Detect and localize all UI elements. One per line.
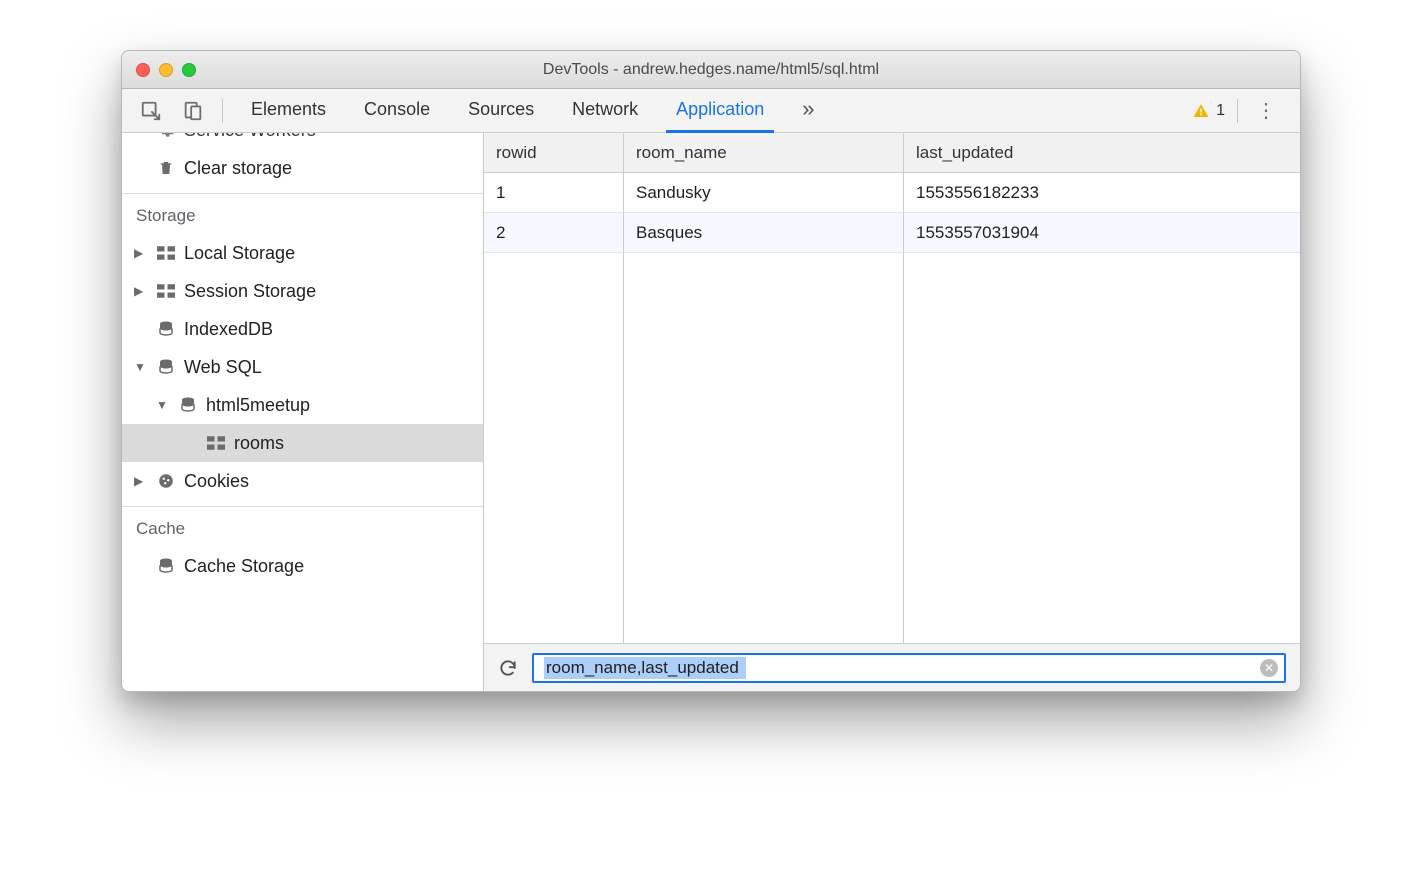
- chevron-down-icon: ▼: [156, 398, 170, 412]
- devtools-tabs: Elements Console Sources Network Applica…: [241, 89, 1188, 133]
- sidebar-item-label: rooms: [234, 433, 284, 454]
- more-menu-icon[interactable]: ⋮: [1250, 98, 1284, 123]
- sidebar-item-table-rooms[interactable]: rooms: [122, 424, 483, 462]
- database-icon: [156, 358, 176, 376]
- cookie-icon: [156, 472, 176, 490]
- warnings-count: 1: [1216, 102, 1225, 120]
- database-icon: [156, 557, 176, 575]
- sidebar-item-cache-storage[interactable]: Cache Storage: [122, 547, 483, 585]
- warnings-indicator[interactable]: 1: [1192, 102, 1225, 120]
- sidebar-section-storage: Storage: [122, 193, 483, 234]
- table-cell[interactable]: 1: [484, 173, 624, 213]
- data-grid: rowid room_name last_updated 1 Sandusky …: [484, 133, 1300, 643]
- table-icon: [156, 284, 176, 298]
- tab-network[interactable]: Network: [562, 89, 648, 133]
- sidebar-item-label: Cache Storage: [184, 556, 304, 577]
- tab-console[interactable]: Console: [354, 89, 440, 133]
- grid-filler: [624, 253, 904, 643]
- toolbar-separator: [222, 99, 223, 123]
- toolbar-right: 1 ⋮: [1192, 98, 1290, 123]
- table-cell[interactable]: 1553556182233: [904, 173, 1300, 213]
- sql-query-input-wrapper: ✕: [532, 653, 1286, 683]
- sidebar-item-indexeddb[interactable]: IndexedDB: [122, 310, 483, 348]
- application-sidebar: Service Workers Clear storage Storage ▶ …: [122, 133, 484, 691]
- grid-filler: [484, 253, 624, 643]
- devtools-toolbar: Elements Console Sources Network Applica…: [122, 89, 1300, 133]
- inspect-element-icon[interactable]: [132, 89, 170, 133]
- table-icon: [206, 436, 226, 450]
- tab-sources[interactable]: Sources: [458, 89, 544, 133]
- sidebar-item-label: Service Workers: [184, 133, 316, 141]
- sidebar-item-label: html5meetup: [206, 395, 310, 416]
- sidebar-item-label: Web SQL: [184, 357, 262, 378]
- titlebar: DevTools - andrew.hedges.name/html5/sql.…: [122, 51, 1300, 89]
- table-cell[interactable]: 1553557031904: [904, 213, 1300, 253]
- sidebar-item-local-storage[interactable]: ▶ Local Storage: [122, 234, 483, 272]
- device-toolbar-icon[interactable]: [174, 89, 212, 133]
- sql-query-input[interactable]: [544, 657, 1260, 679]
- column-header[interactable]: room_name: [624, 133, 904, 173]
- window-minimize-button[interactable]: [159, 63, 173, 77]
- sidebar-item-database[interactable]: ▼ html5meetup: [122, 386, 483, 424]
- panel-body: Service Workers Clear storage Storage ▶ …: [122, 133, 1300, 691]
- table-cell[interactable]: Sandusky: [624, 173, 904, 213]
- table-cell[interactable]: 2: [484, 213, 624, 253]
- chevron-right-icon: ▶: [134, 474, 148, 488]
- chevron-right-icon: ▶: [134, 284, 148, 298]
- chevron-down-icon: ▼: [134, 360, 148, 374]
- sidebar-item-label: Local Storage: [184, 243, 295, 264]
- toolbar-separator: [1237, 99, 1238, 123]
- sidebar-section-cache: Cache: [122, 506, 483, 547]
- tab-application[interactable]: Application: [666, 89, 774, 133]
- chevron-right-icon: ▶: [134, 246, 148, 260]
- database-icon: [178, 396, 198, 414]
- traffic-lights: [122, 63, 196, 77]
- sidebar-item-session-storage[interactable]: ▶ Session Storage: [122, 272, 483, 310]
- gear-icon: [156, 133, 176, 139]
- trash-icon: [156, 159, 176, 177]
- column-header[interactable]: last_updated: [904, 133, 1300, 173]
- window-title: DevTools - andrew.hedges.name/html5/sql.…: [122, 61, 1300, 79]
- database-icon: [156, 320, 176, 338]
- table-view: rowid room_name last_updated 1 Sandusky …: [484, 133, 1300, 691]
- sidebar-item-service-workers[interactable]: Service Workers: [122, 133, 483, 149]
- sidebar-item-label: IndexedDB: [184, 319, 273, 340]
- table-cell[interactable]: Basques: [624, 213, 904, 253]
- devtools-window: DevTools - andrew.hedges.name/html5/sql.…: [121, 50, 1301, 692]
- clear-input-icon[interactable]: ✕: [1260, 659, 1278, 677]
- sidebar-item-label: Session Storage: [184, 281, 316, 302]
- column-header[interactable]: rowid: [484, 133, 624, 173]
- sidebar-item-web-sql[interactable]: ▼ Web SQL: [122, 348, 483, 386]
- table-icon: [156, 246, 176, 260]
- grid-filler: [904, 253, 1300, 643]
- table-footer-bar: ✕: [484, 643, 1300, 691]
- sidebar-item-clear-storage[interactable]: Clear storage: [122, 149, 483, 187]
- sidebar-item-label: Clear storage: [184, 158, 292, 179]
- window-close-button[interactable]: [136, 63, 150, 77]
- sidebar-item-label: Cookies: [184, 471, 249, 492]
- sidebar-item-cookies[interactable]: ▶ Cookies: [122, 462, 483, 500]
- refresh-icon[interactable]: [498, 658, 518, 678]
- window-zoom-button[interactable]: [182, 63, 196, 77]
- tab-elements[interactable]: Elements: [241, 89, 336, 133]
- tabs-overflow-icon[interactable]: »: [792, 89, 824, 133]
